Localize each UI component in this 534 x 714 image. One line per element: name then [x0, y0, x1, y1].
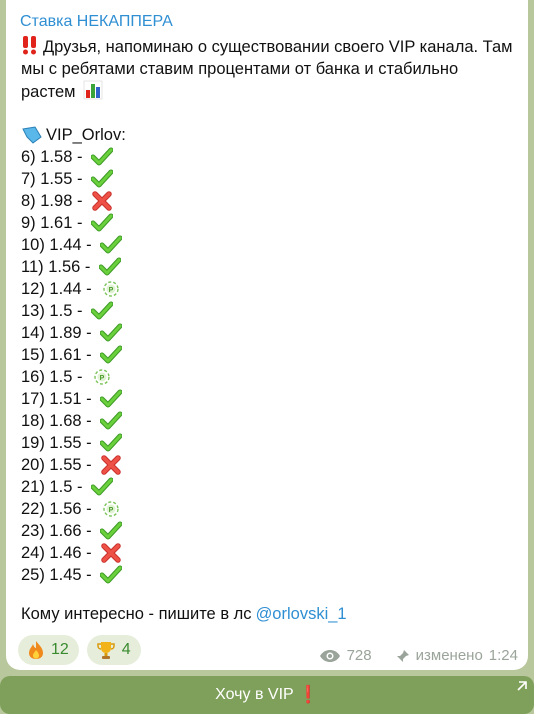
result-row: 14) 1.89 -: [21, 322, 516, 344]
check-mark-icon: [99, 521, 123, 541]
result-label: 8) 1.98 -: [21, 192, 88, 210]
result-row: 22) 1.56 - P: [21, 498, 516, 520]
closing-line: Кому интересно - пишите в лс @orlovski_1: [21, 603, 516, 625]
cross-mark-icon: [100, 455, 122, 475]
edited-label: изменено: [415, 647, 483, 664]
refund-icon: P: [91, 367, 113, 387]
channel-name[interactable]: Ставка НЕКАППЕРА: [20, 12, 516, 32]
result-label: 16) 1.5 -: [21, 368, 88, 386]
result-label: 23) 1.66 -: [21, 522, 97, 540]
check-mark-icon: [99, 433, 123, 453]
reaction-count: 4: [121, 641, 131, 658]
result-row: 18) 1.68 -: [21, 410, 516, 432]
check-mark-icon: [99, 323, 123, 343]
reaction-count: 12: [51, 641, 69, 658]
result-label: 24) 1.46 -: [21, 544, 97, 562]
result-label: 25) 1.45 -: [21, 566, 97, 584]
result-label: 10) 1.44 -: [21, 236, 97, 254]
result-label: 20) 1.55 -: [21, 456, 97, 474]
double-exclamation-icon: [23, 36, 36, 55]
result-label: 21) 1.5 -: [21, 478, 88, 496]
svg-text:P: P: [109, 507, 114, 514]
check-mark-icon: [99, 235, 123, 255]
result-row: 12) 1.44 - P: [21, 278, 516, 300]
result-label: 18) 1.68 -: [21, 412, 97, 430]
svg-text:P: P: [109, 287, 114, 294]
pin-icon: [396, 649, 409, 662]
result-label: 19) 1.55 -: [21, 434, 97, 452]
check-mark-icon: [90, 477, 114, 497]
trophy-icon: [97, 642, 115, 659]
vip-header: VIP_Orlov:: [21, 124, 516, 146]
want-vip-button[interactable]: Хочу в VIP ❗: [0, 676, 534, 714]
check-mark-icon: [99, 345, 123, 365]
result-row: 11) 1.56 -: [21, 256, 516, 278]
result-row: 16) 1.5 - P: [21, 366, 516, 388]
result-row: 6) 1.58 -: [21, 146, 516, 168]
result-row: 8) 1.98 -: [21, 190, 516, 212]
result-row: 15) 1.61 -: [21, 344, 516, 366]
result-row: 21) 1.5 -: [21, 476, 516, 498]
result-row: 13) 1.5 -: [21, 300, 516, 322]
result-row: 23) 1.66 -: [21, 520, 516, 542]
result-row: 25) 1.45 -: [21, 564, 516, 586]
mention-link[interactable]: @orlovski_1: [256, 605, 347, 623]
cross-mark-icon: [100, 543, 122, 563]
closing-text: Кому интересно - пишите в лс: [21, 605, 252, 623]
check-mark-icon: [98, 257, 122, 277]
check-mark-icon: [90, 301, 114, 321]
check-mark-icon: [90, 147, 114, 167]
cross-mark-icon: [91, 191, 113, 211]
check-mark-icon: [99, 411, 123, 431]
result-label: 6) 1.58 -: [21, 148, 88, 166]
view-count: 728: [346, 647, 372, 664]
result-row: 20) 1.55 -: [21, 454, 516, 476]
result-label: 17) 1.51 -: [21, 390, 97, 408]
result-label: 11) 1.56 -: [21, 258, 95, 276]
vip-button-label: Хочу в VIP: [215, 686, 294, 703]
result-row: 17) 1.51 -: [21, 388, 516, 410]
result-label: 15) 1.61 -: [21, 346, 97, 364]
result-row: 9) 1.61 -: [21, 212, 516, 234]
result-label: 14) 1.89 -: [21, 324, 97, 342]
message-meta: 728 изменено 1:24: [319, 647, 518, 664]
message-bubble: Ставка НЕКАППЕРА Друзья, напоминаю о сущ…: [6, 0, 528, 670]
result-row: 7) 1.55 -: [21, 168, 516, 190]
check-mark-icon: [90, 213, 114, 233]
result-label: 22) 1.56 -: [21, 500, 97, 518]
refund-icon: P: [100, 279, 122, 299]
fire-icon: [29, 641, 43, 659]
external-arrow-icon: [517, 681, 527, 691]
intro-paragraph: Друзья, напоминаю о существовании своего…: [21, 35, 516, 103]
results-list: 6) 1.58 - 7) 1.55 - 8) 1.98 - 9) 1.61 - …: [18, 146, 516, 586]
svg-text:P: P: [100, 375, 105, 382]
eye-icon: [319, 649, 340, 662]
result-label: 13) 1.5 -: [21, 302, 88, 320]
bar-chart-icon: [83, 80, 103, 100]
result-label: 9) 1.61 -: [21, 214, 88, 232]
check-mark-icon: [99, 389, 123, 409]
reaction-trophy[interactable]: 4: [86, 635, 141, 665]
result-row: 24) 1.46 -: [21, 542, 516, 564]
vip-label: VIP_Orlov:: [46, 126, 126, 144]
result-label: 12) 1.44 -: [21, 280, 97, 298]
check-mark-icon: [99, 565, 123, 585]
pointing-hand-icon: [22, 126, 42, 144]
message-time: 1:24: [488, 647, 518, 664]
exclamation-icon: ❗: [297, 685, 319, 704]
result-row: 19) 1.55 -: [21, 432, 516, 454]
refund-icon: P: [100, 499, 122, 519]
result-row: 10) 1.44 -: [21, 234, 516, 256]
check-mark-icon: [90, 169, 114, 189]
reaction-fire[interactable]: 12: [18, 635, 79, 665]
result-label: 7) 1.55 -: [21, 170, 88, 188]
